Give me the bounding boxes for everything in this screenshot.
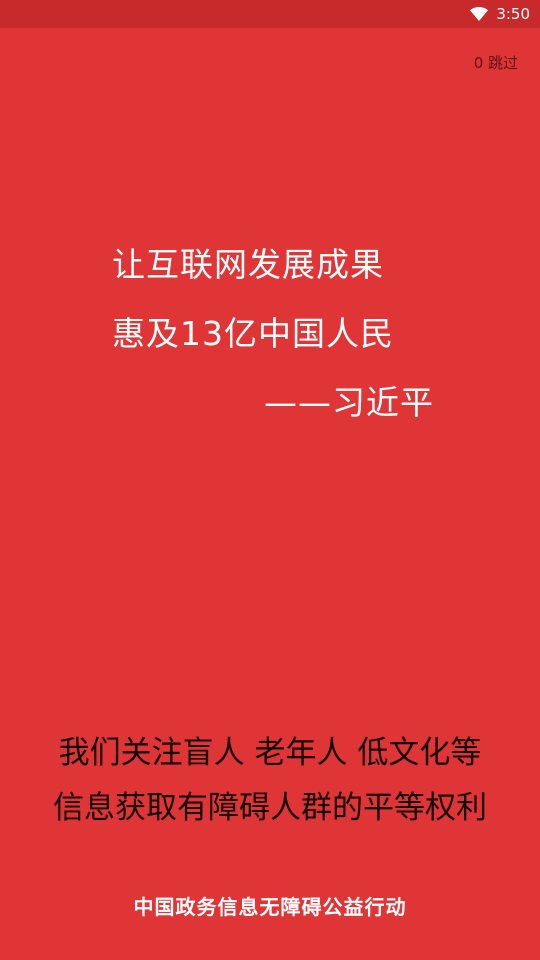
status-icons: 3:50	[470, 0, 530, 28]
quote-line-1: 让互联网发展成果	[112, 245, 384, 284]
mission-statement: 我们关注盲人 老年人 低文化等 信息获取有障碍人群的平等权利	[0, 738, 540, 824]
wifi-icon	[470, 7, 489, 21]
mission-line-1: 我们关注盲人 老年人 低文化等	[58, 735, 482, 771]
mission-line-2: 信息获取有障碍人群的平等权利	[53, 790, 487, 826]
skip-button[interactable]: 0 跳过	[474, 52, 518, 73]
status-bar: 3:50	[0, 0, 540, 28]
quote-author: ——习近平	[264, 383, 434, 422]
status-time: 3:50	[496, 5, 530, 23]
splash-screen: 3:50 0 跳过 让互联网发展成果 惠及13亿中国人民 ——习近平 我们关注盲…	[0, 0, 540, 960]
quote-line-2: 惠及13亿中国人民	[112, 314, 394, 353]
quote-block: 让互联网发展成果 惠及13亿中国人民 ——习近平	[112, 248, 434, 419]
footer-slogan: 中国政务信息无障碍公益行动	[133, 895, 407, 919]
